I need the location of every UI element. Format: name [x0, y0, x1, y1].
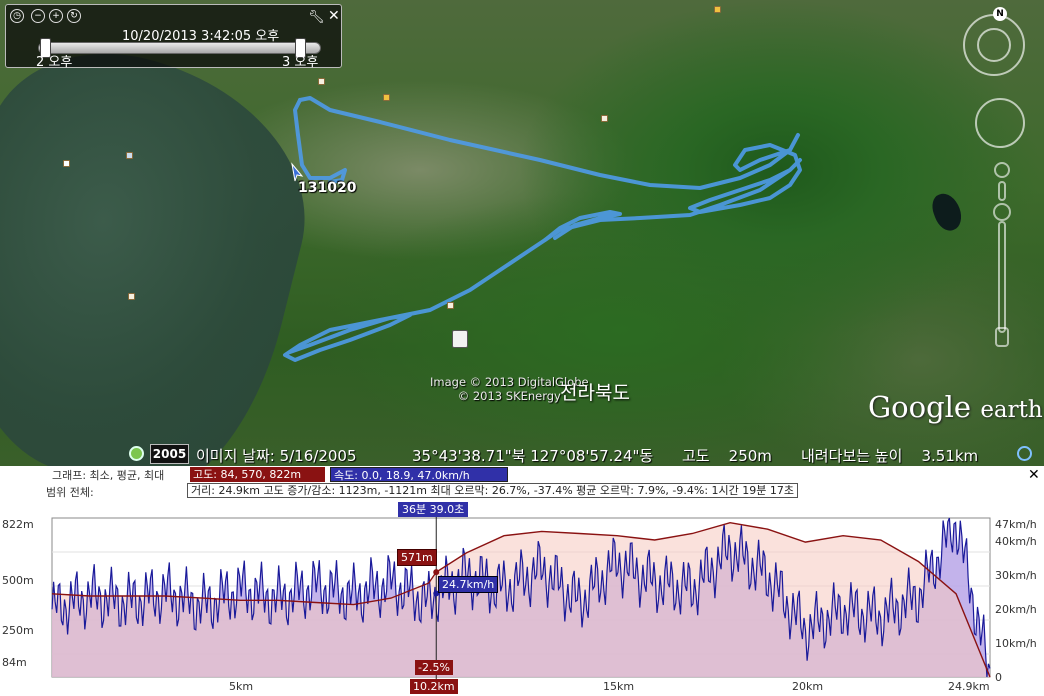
y-axis-right-label: 20km/h [995, 603, 1037, 616]
poi-marker[interactable] [128, 293, 135, 300]
y-axis-right-label: 40km/h [995, 535, 1037, 548]
graph-speed-toggle[interactable]: 속도: 0.0, 18.9, 47.0km/h [330, 467, 508, 482]
wrench-icon[interactable]: 🔧︎ [308, 10, 325, 25]
play-icon[interactable]: ↻ [67, 9, 81, 23]
look-joystick-inner[interactable] [977, 28, 1011, 62]
poi-marker[interactable] [447, 302, 454, 309]
map-view[interactable]: 131020 Image © 2013 DigitalGlobe © 2013 … [0, 0, 1044, 466]
status-bar: 이미지 날짜: 5/16/2005 35°43'38.71"북 127°08'5… [0, 442, 1044, 466]
building-icon[interactable] [452, 330, 468, 348]
y-axis-left-label: 84m [2, 656, 27, 669]
compass-north-icon[interactable]: N [993, 7, 1007, 21]
ground-elevation: 고도 250m [682, 447, 772, 465]
close-icon[interactable]: ✕ [328, 8, 340, 24]
google-earth-logo: Google earth [868, 390, 1043, 424]
coordinates: 35°43'38.71"북 127°08'57.24"동 [412, 447, 654, 465]
y-axis-right-label: 10km/h [995, 637, 1037, 650]
x-axis-label: 15km [603, 680, 635, 693]
y-axis-left-label: 822m [2, 518, 34, 531]
clock-icon[interactable]: ◷ [10, 9, 24, 23]
zoom-slider[interactable] [993, 160, 1011, 350]
gps-track-path [283, 96, 802, 362]
poi-marker[interactable] [601, 115, 608, 122]
range-row-label: 범위 전체: [46, 486, 94, 499]
eye-altitude: 내려다보는 높이 3.51km [801, 447, 979, 465]
cursor-speed: 24.7km/h [438, 576, 499, 593]
selection-duration: 36분 39.0초 [398, 502, 469, 517]
time-slider-panel: ◷ − + ↻ 10/20/2013 3:42:05 오후 2 오후 3 오후 … [5, 4, 342, 70]
y-axis-right-label: 30km/h [995, 569, 1037, 582]
x-axis-label: 20km [792, 680, 824, 693]
range-stats: 거리: 24.9km 고도 증가/감소: 1123m, -1121m 최대 오르… [187, 483, 798, 498]
x-axis-label: 5km [229, 680, 254, 693]
poi-marker[interactable] [126, 152, 133, 159]
x-axis-label: 24.9km [948, 680, 990, 693]
region-label: 전라북도 [560, 382, 630, 404]
track-label[interactable]: 131020 [298, 180, 356, 196]
zoom-out-icon[interactable]: − [31, 9, 45, 23]
y-axis-right-label: 0 [995, 671, 1002, 684]
zoom-in-icon[interactable]: + [49, 9, 63, 23]
cursor-altitude-point [433, 569, 440, 576]
move-joystick[interactable] [975, 98, 1025, 148]
y-axis-left-label: 250m [2, 624, 34, 637]
time-slider-start-label: 2 오후 [36, 55, 73, 70]
close-profile-icon[interactable]: ✕ [1028, 467, 1040, 483]
time-slider-track[interactable] [38, 42, 321, 54]
imagery-date: 이미지 날짜: 5/16/2005 [196, 447, 357, 465]
streaming-status-icon [1017, 446, 1032, 461]
cursor-slope: -2.5% [415, 660, 453, 675]
poi-marker[interactable] [383, 94, 390, 101]
poi-marker[interactable] [714, 6, 721, 13]
time-slider-end-label: 3 오후 [282, 55, 319, 70]
graph-altitude-toggle[interactable]: 고도: 84, 570, 822m [190, 467, 325, 482]
poi-marker[interactable] [318, 78, 325, 85]
poi-marker[interactable] [63, 160, 70, 167]
graph-row-label: 그래프: 최소, 평균, 최대 [52, 469, 165, 482]
y-axis-left-label: 500m [2, 574, 34, 587]
elevation-profile-chart[interactable] [0, 466, 1044, 696]
cursor-altitude: 571m [397, 549, 437, 566]
cursor-distance: 10.2km [410, 679, 458, 694]
elevation-profile-panel: 그래프: 최소, 평균, 최대 고도: 84, 570, 822m 속도: 0.… [0, 466, 1044, 696]
y-axis-right-label: 47km/h [995, 518, 1037, 531]
